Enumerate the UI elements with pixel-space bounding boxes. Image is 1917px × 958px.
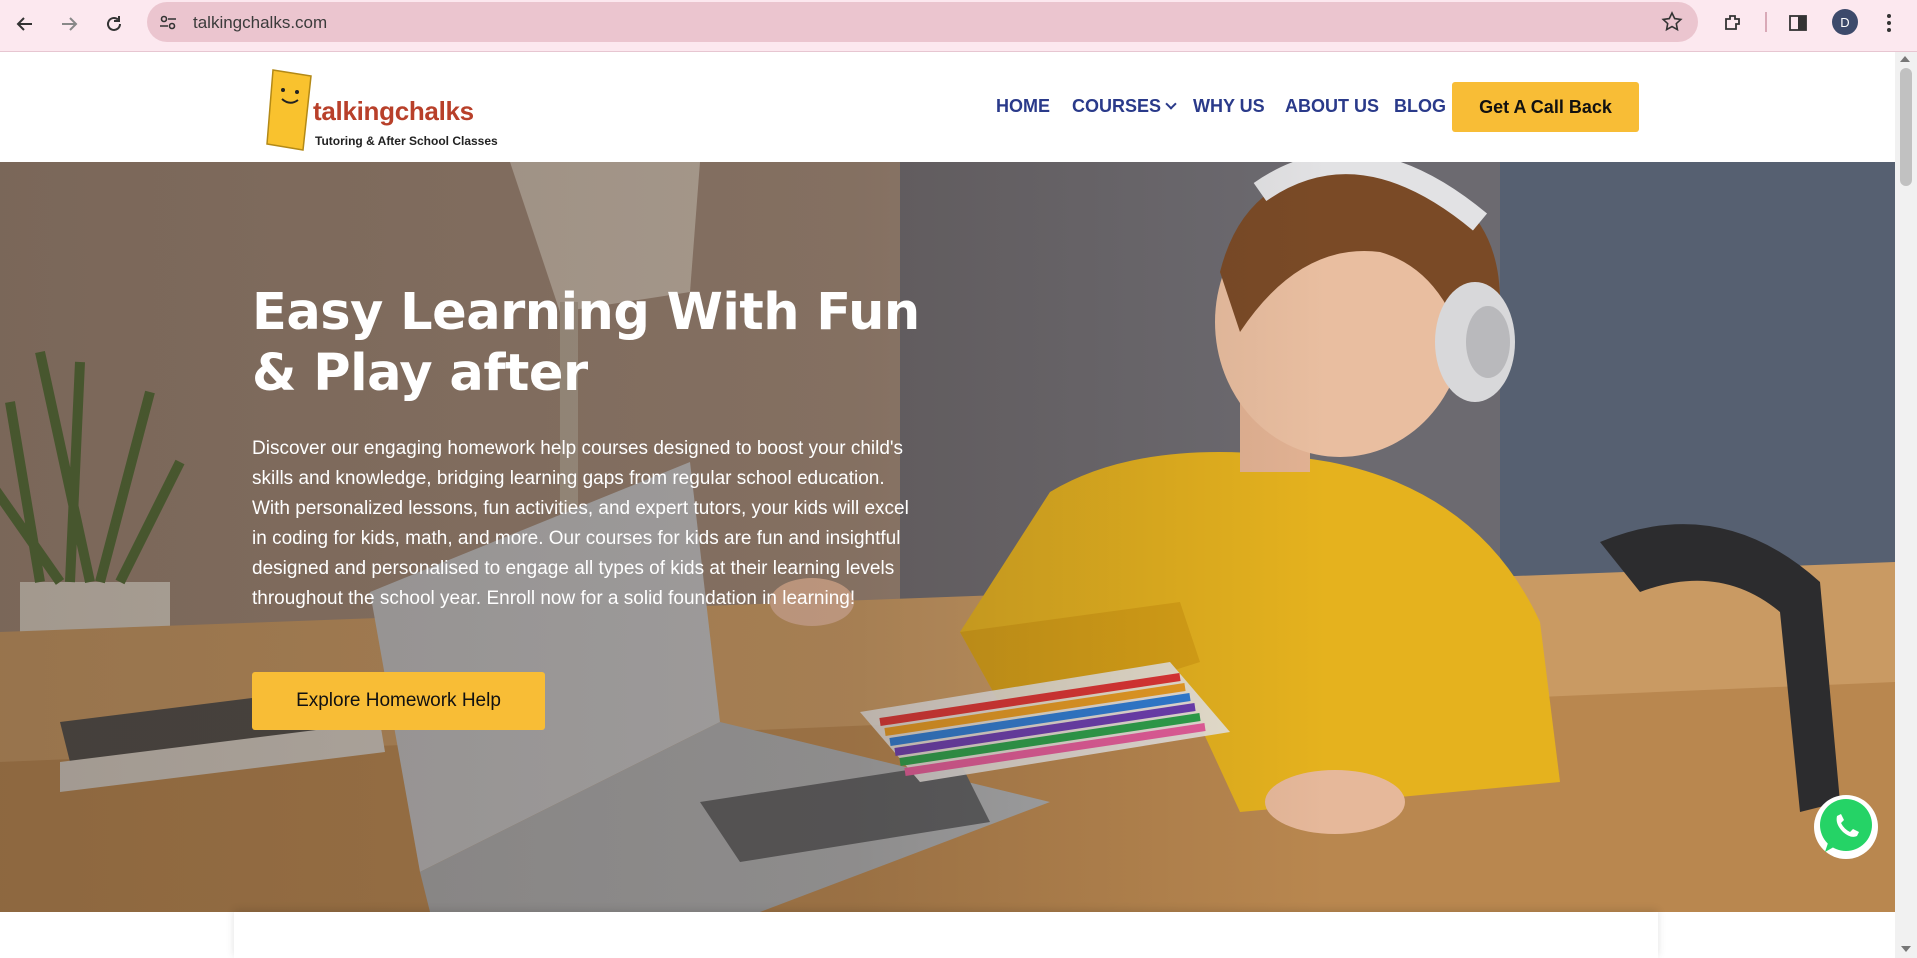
site-header: talkingchalks Tutoring & After School Cl… bbox=[0, 52, 1895, 162]
site-info-icon[interactable] bbox=[157, 11, 179, 33]
page-scrollbar[interactable] bbox=[1895, 52, 1917, 958]
url-text[interactable]: talkingchalks.com bbox=[193, 13, 327, 33]
nav-blog[interactable]: BLOG bbox=[1394, 96, 1446, 117]
get-call-back-button[interactable]: Get A Call Back bbox=[1452, 82, 1639, 132]
explore-homework-help-button[interactable]: Explore Homework Help bbox=[252, 672, 545, 730]
nav-home[interactable]: HOME bbox=[996, 96, 1050, 117]
chevron-down-icon bbox=[1165, 98, 1177, 110]
reload-icon[interactable] bbox=[100, 10, 128, 38]
back-arrow-icon[interactable] bbox=[11, 10, 39, 38]
extensions-icon[interactable] bbox=[1720, 10, 1746, 36]
nav-why-us[interactable]: WHY US bbox=[1193, 96, 1265, 117]
site-logo[interactable]: talkingchalks Tutoring & After School Cl… bbox=[265, 62, 505, 154]
logo-subtitle: Tutoring & After School Classes bbox=[315, 134, 498, 148]
nav-courses[interactable]: COURSES bbox=[1072, 96, 1177, 117]
hero-description: Discover our engaging homework help cour… bbox=[252, 438, 909, 609]
browser-toolbar: talkingchalks.com D bbox=[0, 0, 1917, 52]
profile-avatar[interactable]: D bbox=[1832, 9, 1858, 35]
bookmark-star-icon[interactable] bbox=[1660, 10, 1684, 34]
scrollbar-thumb[interactable] bbox=[1900, 68, 1912, 186]
content-card bbox=[234, 912, 1658, 958]
toolbar-divider bbox=[1765, 12, 1767, 32]
side-panel-icon[interactable] bbox=[1785, 10, 1811, 36]
logo-title: talkingchalks bbox=[313, 96, 474, 126]
scroll-down-arrow-icon[interactable] bbox=[1901, 946, 1911, 952]
chalk-mascot-icon bbox=[266, 69, 312, 151]
nav-about-us[interactable]: ABOUT US bbox=[1285, 96, 1379, 117]
more-menu-icon[interactable] bbox=[1876, 10, 1902, 36]
whatsapp-chat-button[interactable] bbox=[1813, 794, 1879, 860]
hero-title: Easy Learning With Fun & Play after bbox=[252, 283, 920, 403]
hero-section: Easy Learning With Fun & Play after Disc… bbox=[0, 162, 1895, 912]
scroll-up-arrow-icon[interactable] bbox=[1900, 56, 1910, 62]
address-bar[interactable]: talkingchalks.com bbox=[147, 2, 1698, 42]
nav-courses-label: COURSES bbox=[1072, 96, 1162, 116]
whatsapp-icon bbox=[1814, 795, 1878, 859]
forward-arrow-icon[interactable] bbox=[55, 10, 83, 38]
